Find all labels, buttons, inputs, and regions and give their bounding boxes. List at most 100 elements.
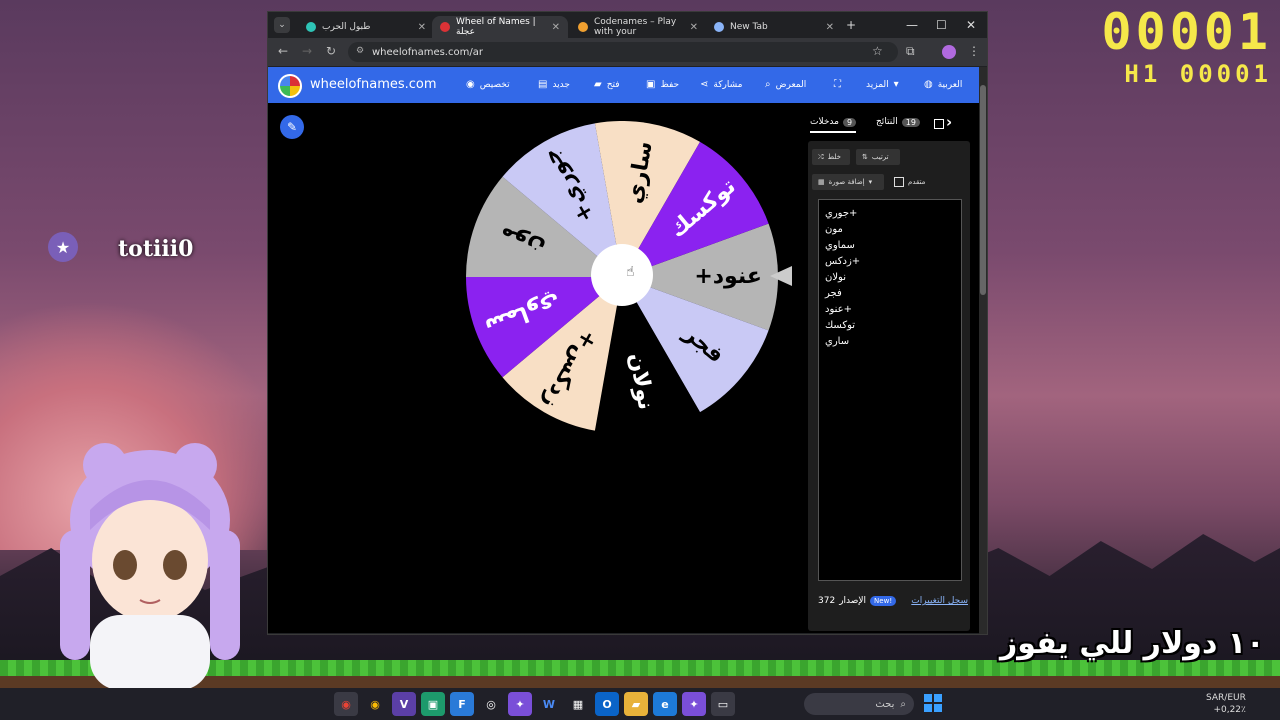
new-badge: New! <box>870 596 897 606</box>
star-icon: ★ <box>48 232 78 262</box>
edge-icon[interactable]: e <box>653 692 677 716</box>
advanced-toggle[interactable]: متقدم <box>894 177 925 187</box>
advanced-label: متقدم <box>908 178 926 186</box>
menu-fullscreen[interactable]: ⛶ <box>834 79 841 90</box>
tab-search-icon[interactable]: ⌄ <box>274 17 290 33</box>
page-scrollbar[interactable] <box>979 67 987 634</box>
advanced-checkbox[interactable] <box>894 177 904 187</box>
version-label: الإصدار <box>839 596 867 606</box>
menu-label: مشاركة <box>713 79 743 90</box>
menu-share[interactable]: ⋖ مشاركة <box>700 79 742 90</box>
outlook-icon[interactable]: O <box>595 692 619 716</box>
windows-start-icon[interactable] <box>924 694 942 712</box>
menu-label: تخصيص <box>479 79 510 90</box>
site-logo[interactable] <box>278 74 302 98</box>
scrollbar-thumb[interactable] <box>980 85 986 295</box>
stream-timer: 00001 H1 00001 <box>1101 4 1272 88</box>
obs-icon[interactable]: ◎ <box>479 692 503 716</box>
url-text: wheelofnames.com/ar <box>372 46 483 58</box>
app-f-icon[interactable]: F <box>450 692 474 716</box>
wheel-pointer-icon <box>770 266 792 286</box>
changelog-link[interactable]: سجل التغييرات <box>911 596 968 606</box>
currency-widget[interactable]: SAR/EUR +0,22٪ <box>1206 692 1246 716</box>
vtube-icon[interactable]: V <box>392 692 416 716</box>
new-tab-icon[interactable]: + <box>846 18 856 32</box>
maximize-icon[interactable]: ☐ <box>936 18 947 32</box>
app-icon[interactable]: ▣ <box>421 692 445 716</box>
close-icon[interactable]: ✕ <box>418 22 426 33</box>
chrome-icon[interactable]: ◉ <box>334 692 358 716</box>
sort-icon: ⇅ <box>862 153 868 161</box>
results-count-badge: 19 <box>901 117 920 127</box>
tab-strip: ⌄ طبول الحرب ✕ Wheel of Names | عجلة ✕ C… <box>268 12 987 38</box>
menu-label: جديد <box>552 79 570 90</box>
entry-line: نولان <box>825 272 846 283</box>
tab-3[interactable]: Codenames – Play with your ✕ <box>570 16 706 38</box>
chevron-down-icon: ▾ <box>868 178 873 186</box>
currency-change: +0,22٪ <box>1213 705 1246 715</box>
tab-2[interactable]: Wheel of Names | عجلة ✕ <box>432 16 568 38</box>
timer-main: 00001 <box>1101 3 1272 61</box>
bookmark-star-icon[interactable]: ☆ <box>872 44 883 58</box>
tab-entries[interactable]: مدخلات 9 <box>810 117 857 133</box>
prize-text: ١٠ دولار للي يفوز <box>1000 626 1265 661</box>
add-image-dropdown[interactable]: ▦ إضافة صورة ▾ <box>812 174 884 190</box>
sort-button[interactable]: ⇅ ترتيب <box>856 149 900 165</box>
chrome-alt-icon[interactable]: ◉ <box>363 692 387 716</box>
menu-new[interactable]: ▤ جديد <box>538 79 570 90</box>
close-window-icon[interactable]: ✕ <box>966 18 976 32</box>
reload-icon[interactable]: ↻ <box>326 44 336 58</box>
fullscreen-icon: ⛶ <box>834 79 841 90</box>
close-icon[interactable]: ✕ <box>552 22 560 33</box>
menu-gallery[interactable]: ⌕ المعرض <box>765 79 806 90</box>
minimize-icon[interactable]: — <box>906 18 918 32</box>
tab-results[interactable]: النتائج 19 <box>876 117 920 127</box>
menu-label: حفظ <box>660 79 680 90</box>
window-icon[interactable]: ▭ <box>711 692 735 716</box>
favicon-icon <box>714 22 724 32</box>
extensions-icon[interactable]: ⧉ <box>906 44 915 59</box>
address-bar[interactable]: ⚙ wheelofnames.com/ar <box>348 42 898 62</box>
vtuber-avatar <box>60 443 240 690</box>
shuffle-button[interactable]: ⤮ خلط <box>812 149 850 165</box>
word-icon[interactable]: W <box>537 692 561 716</box>
entry-line: سماوي <box>825 240 855 251</box>
menu-more[interactable]: المزيد ▾ <box>866 79 899 90</box>
forward-icon[interactable]: → <box>302 44 312 58</box>
menu-save[interactable]: ▣ حفظ <box>646 79 679 90</box>
wheel-center-hub[interactable] <box>591 244 653 306</box>
site-title[interactable]: wheelofnames.com <box>310 77 437 92</box>
menu-customize[interactable]: ◉ تخصيص <box>466 79 510 90</box>
profile-avatar[interactable] <box>942 45 956 59</box>
streamer-name: totiii0 <box>118 236 194 262</box>
folder-icon[interactable]: ▰ <box>624 692 648 716</box>
share-icon: ⋖ <box>700 79 709 90</box>
entries-textarea[interactable]: +جوري مون سماوي +زدكس نولان فجر +عنود توكسك ساري <box>818 199 962 581</box>
timer-sub: H1 00001 <box>1124 60 1272 88</box>
browser-toolbar: ← → ↻ ⚙ wheelofnames.com/ar ☆ ⧉ ⋮ <box>268 38 987 66</box>
back-icon[interactable]: ← <box>278 44 288 58</box>
menu-language[interactable]: ◍ العربية <box>924 79 962 90</box>
copilot-icon[interactable]: ✦ <box>508 692 532 716</box>
image-icon: ▦ <box>818 178 825 186</box>
close-icon[interactable]: ✕ <box>826 22 834 33</box>
menu-dots-icon[interactable]: ⋮ <box>968 44 980 58</box>
tab-4[interactable]: New Tab ✕ <box>706 16 842 38</box>
save-icon: ▣ <box>646 79 656 90</box>
taskbar: ◉ ◉ V ▣ F ◎ ✦ W ▦ O ▰ e ✦ ▭ بحث ⌕ SAR/EU… <box>0 688 1280 720</box>
entry-line: ساري <box>825 336 850 347</box>
panel-body: ⤮ خلط ⇅ ترتيب ▦ إضافة صورة ▾ متقدم +جوري… <box>808 141 970 631</box>
site-info-icon[interactable]: ⚙ <box>356 46 364 56</box>
hide-checkbox[interactable] <box>934 119 944 129</box>
copilot-app-icon[interactable]: ✦ <box>682 692 706 716</box>
close-icon[interactable]: ✕ <box>690 22 698 33</box>
entry-line: توكسك <box>825 320 856 331</box>
edit-pencil-icon[interactable]: ✎ <box>280 115 304 139</box>
currency-pair: SAR/EUR <box>1206 693 1246 703</box>
menu-open[interactable]: ▰ فتح <box>594 79 620 90</box>
collapse-chevron-icon[interactable]: › <box>946 113 952 131</box>
store-icon[interactable]: ▦ <box>566 692 590 716</box>
taskbar-search[interactable]: بحث ⌕ <box>804 693 914 715</box>
tab-1[interactable]: طبول الحرب ✕ <box>298 16 434 38</box>
favicon-icon <box>440 22 450 32</box>
